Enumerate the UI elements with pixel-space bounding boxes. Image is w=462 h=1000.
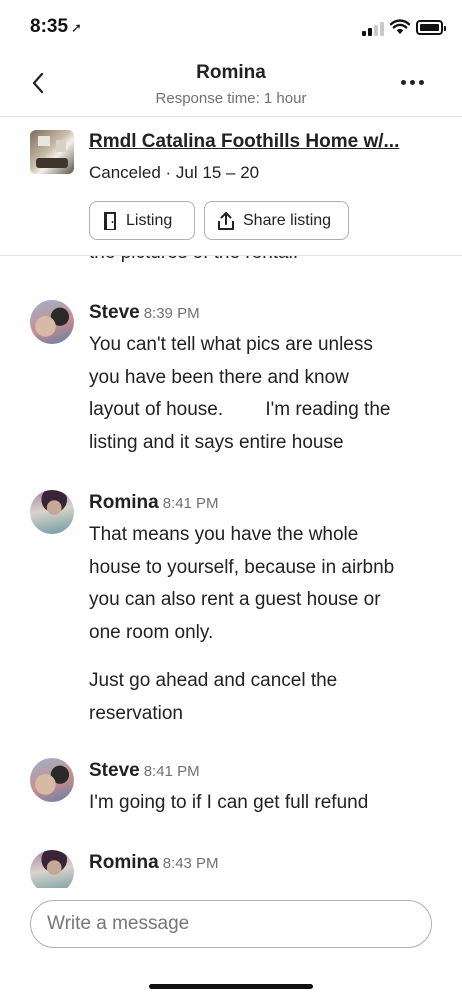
avatar[interactable] [30,300,74,344]
avatar[interactable] [30,490,74,534]
battery-icon [416,20,446,35]
message-time: 8:43 PM [162,855,219,872]
message-time: 8:39 PM [143,305,200,322]
conversation-header: Romina Response time: 1 hour [0,52,462,116]
avatar[interactable] [30,758,74,802]
listing-card: Rmdl Catalina Foothills Home w/... Cance… [0,117,462,255]
message-body: I'm going to if I can get full refund [89,787,439,820]
previous-message-fragment: the pictures of the rental. [89,256,298,264]
door-icon [104,211,116,230]
wifi-icon [390,19,410,34]
message-sender: Steve 8:41 PM [89,760,200,782]
share-listing-button-label: Share listing [243,211,332,229]
status-time-label: 8:35 [30,16,69,37]
sender-name: Romina [89,492,159,513]
status-bar: 8:35 ➚ [0,0,462,52]
message-thread[interactable]: the pictures of the rental. Steve8:39 PM… [0,256,462,888]
share-listing-button[interactable]: Share listing [204,201,349,240]
sender-name: Romina [89,852,159,873]
composer-bar [0,888,462,1000]
listing-title-link[interactable]: Rmdl Catalina Foothills Home w/... [89,131,399,153]
message-time: 8:41 PM [162,495,219,512]
message-text: That means you have the whole house to y… [89,524,395,643]
listing-button[interactable]: Listing [89,201,195,240]
message-time: 8:41 PM [143,763,200,780]
message-body: That means you have the whole house to y… [89,519,439,730]
listing-thumbnail[interactable] [30,130,74,174]
message-body: You can't tell what pics are unless you … [89,329,439,459]
avatar[interactable] [30,850,74,888]
sender-name: Steve [89,302,140,323]
sender-name: Steve [89,760,140,781]
share-icon [218,211,234,230]
message-text: You can't tell what pics are unless you … [89,334,391,453]
message-text: Just go ahead and cancel the reservation [89,670,338,724]
home-indicator[interactable] [149,984,313,989]
cellular-signal-icon [362,22,384,36]
message-sender: Romina 8:41 PM [89,492,219,514]
message-input[interactable] [30,900,432,948]
listing-button-label: Listing [126,211,173,229]
message-sender: Romina 8:43 PM [89,852,219,874]
reservation-status: Canceled · Jul 15 – 20 [89,163,260,182]
response-time-label: Response time: 1 hour [155,90,307,107]
status-time: 8:35 ➚ [30,16,82,38]
location-arrow-icon: ➚ [71,20,82,35]
message-sender: Steve 8:39 PM [89,302,200,324]
more-options-button[interactable] [398,74,428,90]
message-text: I'm going to if I can get full refund [89,792,369,813]
host-name-title[interactable]: Romina [0,62,462,84]
